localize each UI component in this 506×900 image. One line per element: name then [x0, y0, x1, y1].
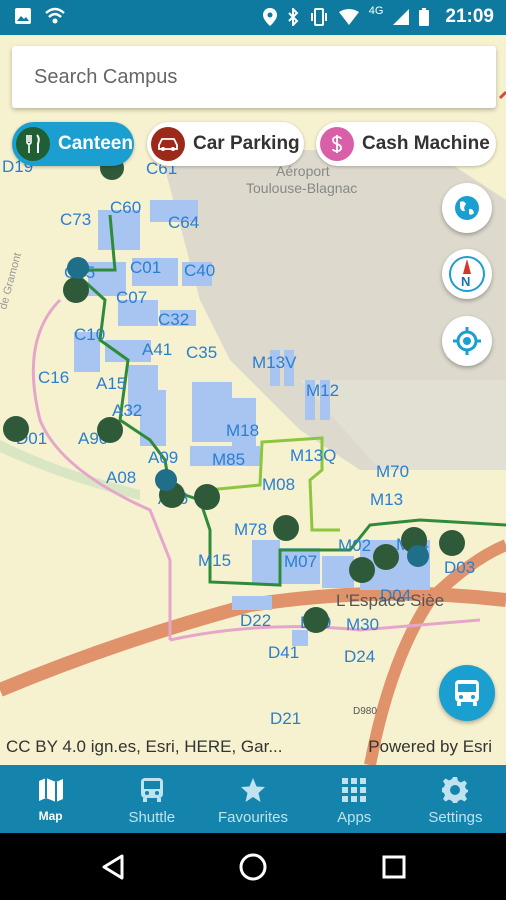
svg-text:M13V: M13V	[252, 353, 297, 372]
svg-text:Toulouse-Blagnac: Toulouse-Blagnac	[246, 180, 357, 196]
svg-text:de Gramont: de Gramont	[0, 252, 24, 311]
location-icon	[262, 8, 277, 26]
svg-text:D24: D24	[344, 647, 375, 666]
svg-text:A08: A08	[106, 468, 136, 487]
image-icon	[15, 8, 31, 24]
powered-by-esri: Powered by Esri	[368, 737, 492, 756]
filter-chip-canteen[interactable]: Canteen	[12, 122, 134, 166]
fork-knife-icon	[16, 127, 50, 161]
globe-icon	[455, 196, 479, 220]
search-bar[interactable]: Search Campus	[12, 46, 496, 108]
svg-text:D22: D22	[240, 611, 271, 630]
nav-label: Apps	[337, 809, 372, 826]
recent-square-icon	[382, 855, 406, 879]
svg-text:M08: M08	[262, 475, 295, 494]
svg-text:C40: C40	[184, 261, 215, 280]
svg-text:M13: M13	[370, 490, 403, 509]
svg-text:D21: D21	[270, 709, 301, 728]
filter-chip-label: Car Parking	[193, 133, 300, 154]
svg-text:C35: C35	[186, 343, 217, 362]
svg-text:M07: M07	[284, 552, 317, 571]
network-type: 4G	[368, 5, 384, 17]
bottom-navigation: Map Shuttle Favourites Apps Settings	[0, 765, 506, 833]
crosshair-icon	[453, 327, 481, 355]
svg-text:C32: C32	[158, 310, 189, 329]
system-navigation-bar	[0, 833, 506, 900]
svg-text:M30: M30	[346, 615, 379, 634]
svg-text:C73: C73	[60, 210, 91, 229]
svg-text:C60: C60	[110, 198, 141, 217]
clock: 21:09	[445, 6, 494, 27]
home-button[interactable]	[237, 851, 269, 883]
bluetooth-icon	[287, 8, 299, 26]
bus-icon	[455, 680, 479, 706]
svg-text:L'Espace Sièe: L'Espace Sièe	[336, 591, 444, 610]
svg-text:C07: C07	[116, 288, 147, 307]
search-placeholder: Search Campus	[34, 66, 178, 88]
nav-apps[interactable]: Apps	[304, 765, 405, 833]
svg-text:M85: M85	[212, 450, 245, 469]
star-icon	[239, 775, 267, 805]
shuttle-fab-button[interactable]	[439, 665, 495, 721]
nav-label: Map	[38, 809, 63, 823]
nav-shuttle[interactable]: Shuttle	[101, 765, 202, 833]
nav-label: Settings	[428, 809, 483, 826]
svg-text:D03: D03	[444, 558, 475, 577]
home-circle-icon	[239, 853, 267, 881]
filter-chip-cash-machine[interactable]: Cash Machine	[316, 122, 496, 166]
my-location-button[interactable]	[442, 316, 492, 366]
compass-icon: N	[449, 256, 485, 292]
filter-chip-label: Canteen	[58, 133, 133, 154]
svg-text:A32: A32	[112, 401, 142, 420]
attribution-credits[interactable]: CC BY 4.0 ign.es, Esri, HERE, Gar...	[6, 737, 283, 757]
svg-text:M15: M15	[198, 551, 231, 570]
svg-text:A15: A15	[96, 374, 126, 393]
svg-text:D41: D41	[268, 643, 299, 662]
nav-label: Favourites	[217, 809, 289, 826]
car-icon	[151, 127, 185, 161]
wifi-icon	[338, 9, 359, 25]
basemap-button[interactable]	[442, 183, 492, 233]
filter-chip-car-parking[interactable]: Car Parking	[147, 122, 304, 166]
svg-text:M70: M70	[376, 462, 409, 481]
svg-text:A41: A41	[142, 340, 172, 359]
svg-text:M12: M12	[306, 381, 339, 400]
svg-text:M18: M18	[226, 421, 259, 440]
wifi-hotspot-icon	[45, 7, 65, 24]
gear-icon	[441, 775, 469, 805]
status-bar: 4G 21:09	[0, 0, 506, 35]
compass-button[interactable]: N	[442, 249, 492, 299]
svg-text:M13Q: M13Q	[290, 446, 336, 465]
svg-text:D980: D980	[353, 706, 377, 717]
svg-text:M02: M02	[338, 536, 371, 555]
back-triangle-icon	[102, 854, 124, 880]
recent-apps-button[interactable]	[378, 851, 410, 883]
map-attribution: CC BY 4.0 ign.es, Esri, HERE, Gar... Pow…	[0, 733, 506, 761]
vibrate-icon	[310, 8, 327, 26]
nav-settings[interactable]: Settings	[405, 765, 506, 833]
filter-chip-label: Cash Machine	[362, 133, 490, 154]
nav-favourites[interactable]: Favourites	[202, 765, 303, 833]
nav-map[interactable]: Map	[0, 765, 101, 833]
bus-icon	[139, 775, 165, 805]
svg-text:M78: M78	[234, 520, 267, 539]
battery-icon	[419, 8, 430, 26]
nav-label: Shuttle	[128, 809, 176, 826]
svg-text:C64: C64	[168, 213, 199, 232]
svg-text:A09: A09	[148, 448, 178, 467]
grid-icon	[341, 775, 367, 805]
svg-text:C10: C10	[74, 325, 105, 344]
svg-text:C01: C01	[130, 258, 161, 277]
dollar-icon	[320, 127, 354, 161]
map-icon	[37, 775, 65, 805]
svg-text:N: N	[461, 274, 470, 289]
svg-text:C16: C16	[38, 368, 69, 387]
signal-icon	[393, 9, 410, 25]
back-button[interactable]	[97, 851, 129, 883]
